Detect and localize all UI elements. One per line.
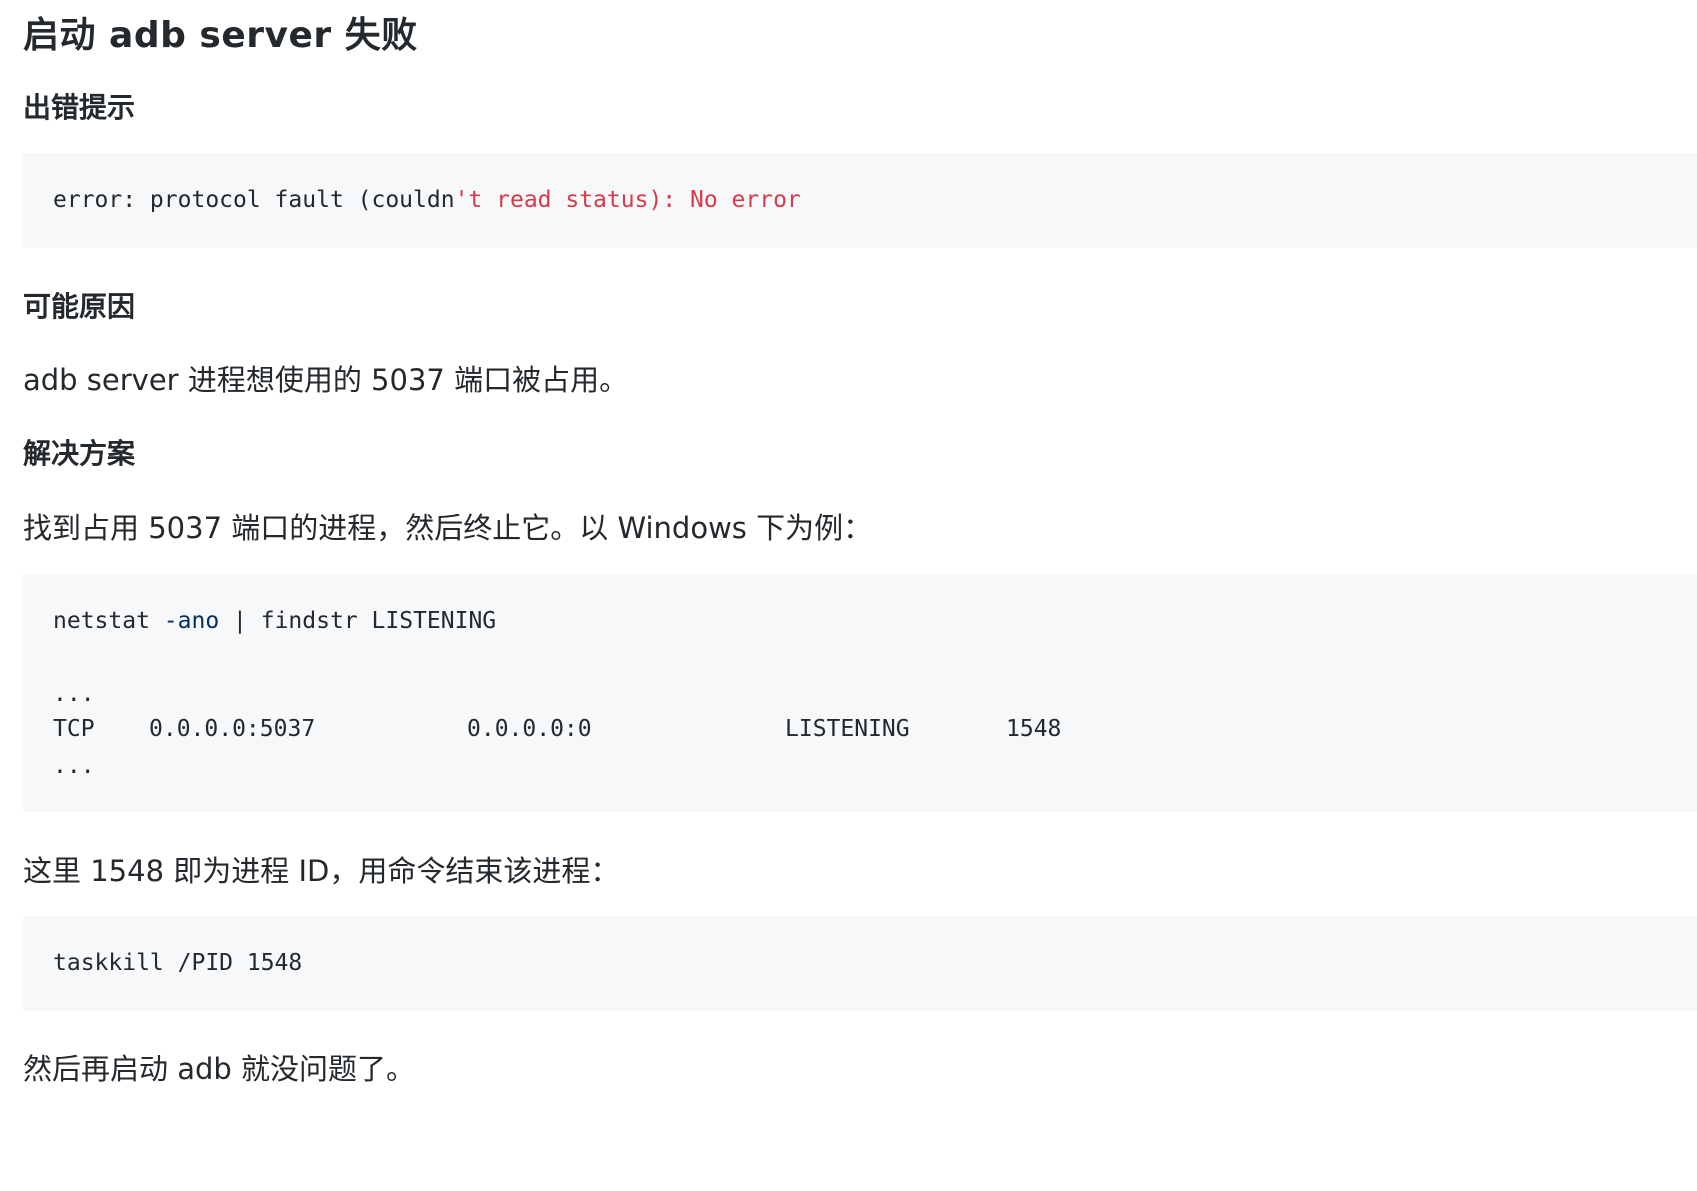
netstat-proto: TCP [53,716,95,742]
netstat-pid: 1548 [1006,716,1062,742]
code-block-netstat[interactable]: netstat -ano | findstr LISTENING ... TCP… [23,574,1697,812]
cause-text: adb server 进程想使用的 5037 端口被占用。 [23,363,629,397]
code-line-error: error: protocol fault (couldn't read sta… [53,185,801,215]
code-block-error[interactable]: error: protocol fault (couldn't read sta… [23,153,1697,248]
code-token-plain: error: protocol fault (couldn [53,187,455,213]
code-line-taskkill: taskkill /PID 1548 [53,950,303,976]
code-line-netstat-command: netstat -ano | findstr LISTENING [53,606,496,636]
code-line-ellipsis-top: ... [53,681,95,707]
code-token-option: -ano [163,608,220,634]
code-token-command: netstat [53,608,150,634]
netstat-local-address: 0.0.0.0:5037 [149,716,316,742]
section-heading-cause: 可能原因 [23,290,136,323]
code-token-string: 't read status): No error [454,187,801,213]
code-line-ellipsis-bottom: ... [53,753,95,779]
code-line-tcp-row: TCP 0.0.0.0:5037 0.0.0.0:0 LISTENING 154… [53,714,1153,744]
netstat-state: LISTENING [785,716,910,742]
explain-text: 这里 1548 即为进程 ID，用命令结束该进程： [23,854,620,888]
code-token-pipe: | findstr LISTENING [233,608,497,634]
outro-text: 然后再启动 adb 就没问题了。 [23,1052,416,1086]
page-title: 启动 adb server 失败 [23,15,418,56]
code-block-taskkill[interactable]: taskkill /PID 1548 [23,916,1697,1011]
solution-intro-text: 找到占用 5037 端口的进程，然后终止它。以 Windows 下为例： [23,511,873,545]
netstat-foreign-address: 0.0.0.0:0 [467,716,592,742]
section-heading-error: 出错提示 [23,91,136,124]
section-heading-solution: 解决方案 [23,437,136,470]
